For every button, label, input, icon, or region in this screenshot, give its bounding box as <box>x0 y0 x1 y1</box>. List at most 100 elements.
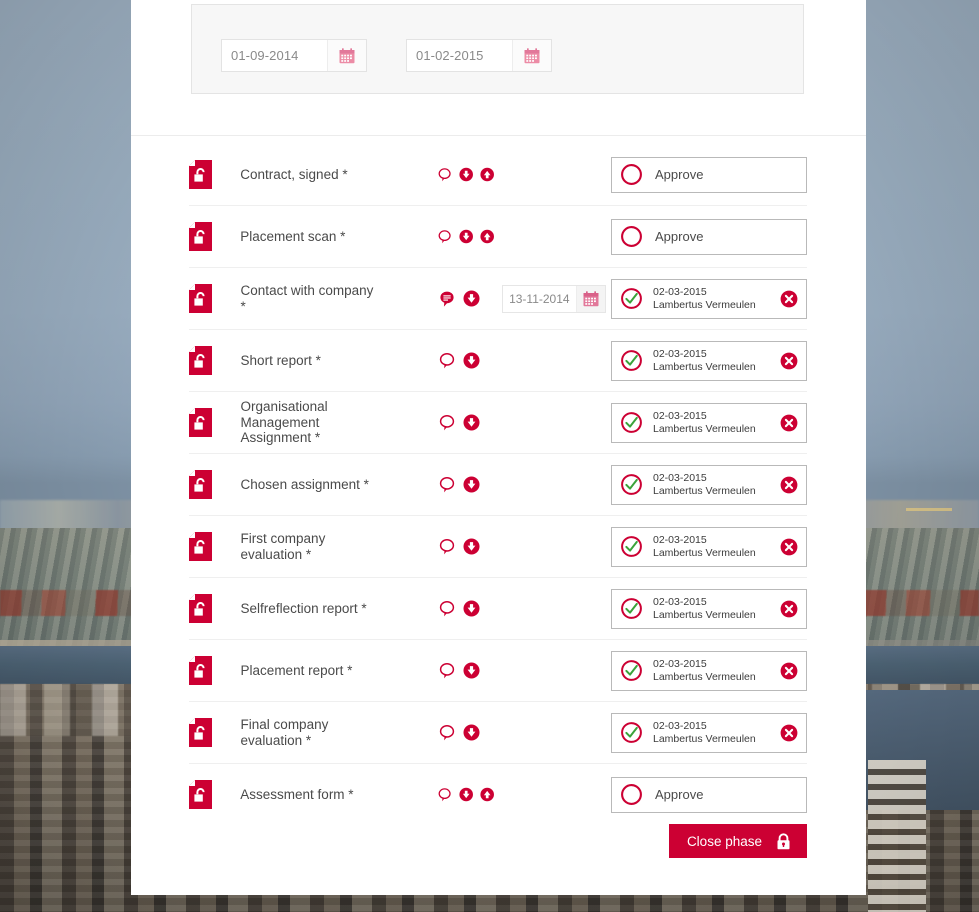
download-icon[interactable] <box>463 290 480 307</box>
document-unlocked-icon[interactable] <box>189 594 212 623</box>
task-actions <box>438 352 494 370</box>
comment-empty-icon[interactable] <box>438 414 456 432</box>
end-date-value[interactable]: 01-02-2015 <box>407 40 512 71</box>
task-document-cell[interactable] <box>189 656 241 685</box>
download-icon[interactable] <box>463 724 480 741</box>
document-unlocked-icon[interactable] <box>189 470 212 499</box>
upload-icon[interactable] <box>480 786 495 803</box>
footer-actions: Close phase <box>189 824 807 858</box>
approved-status-box[interactable]: 02-03-2015 Lambertus Vermeulen <box>611 464 807 505</box>
comment-empty-icon[interactable] <box>437 166 452 184</box>
start-date-field[interactable]: 01-09-2014 <box>221 39 367 72</box>
task-document-cell[interactable] <box>189 594 241 623</box>
task-approval-cell: Approve <box>611 776 807 813</box>
remove-approval-icon[interactable] <box>780 476 798 494</box>
task-actions <box>437 786 495 804</box>
comment-empty-icon[interactable] <box>438 662 456 680</box>
task-document-cell[interactable] <box>189 222 240 251</box>
approval-details: 02-03-2015 Lambertus Vermeulen <box>653 720 780 745</box>
task-title: Placement report * <box>240 662 353 678</box>
approved-check-circle-icon <box>621 412 642 433</box>
upload-icon[interactable] <box>480 228 495 245</box>
document-unlocked-icon[interactable] <box>189 284 212 313</box>
remove-approval-icon[interactable] <box>780 414 798 432</box>
task-document-cell[interactable] <box>189 718 241 747</box>
task-document-cell[interactable] <box>189 470 241 499</box>
task-document-cell[interactable] <box>189 160 240 189</box>
start-date-calendar-button[interactable] <box>327 40 366 71</box>
task-date-value[interactable]: 13-11-2014 <box>503 286 576 312</box>
task-document-cell[interactable] <box>189 532 241 561</box>
task-row: Chosen assignment * 02-03-2015 Lambertus … <box>189 454 807 516</box>
download-icon[interactable] <box>463 414 480 431</box>
end-date-field[interactable]: 01-02-2015 <box>406 39 552 72</box>
approved-status-box[interactable]: 02-03-2015 Lambertus Vermeulen <box>611 526 807 567</box>
task-title: Contact with company * <box>240 283 374 314</box>
task-approval-cell: 02-03-2015 Lambertus Vermeulen <box>611 278 807 319</box>
task-title: Final company evaluation * <box>240 717 329 748</box>
download-icon[interactable] <box>463 476 480 493</box>
approval-details: 02-03-2015 Lambertus Vermeulen <box>653 596 780 621</box>
approval-details: 02-03-2015 Lambertus Vermeulen <box>653 348 780 373</box>
document-unlocked-icon[interactable] <box>189 408 212 437</box>
comment-empty-icon[interactable] <box>438 600 456 618</box>
document-unlocked-icon[interactable] <box>189 718 212 747</box>
task-date-field[interactable]: 13-11-2014 <box>502 284 607 313</box>
download-icon[interactable] <box>463 662 480 679</box>
document-unlocked-icon[interactable] <box>189 656 212 685</box>
remove-approval-icon[interactable] <box>780 352 798 370</box>
upload-icon[interactable] <box>480 166 495 183</box>
approve-button[interactable]: Approve <box>611 218 807 255</box>
document-unlocked-icon[interactable] <box>189 222 212 251</box>
approved-status-box[interactable]: 02-03-2015 Lambertus Vermeulen <box>611 588 807 629</box>
approve-button[interactable]: Approve <box>611 156 807 193</box>
download-icon[interactable] <box>463 352 480 369</box>
task-row: Selfreflection report * 02-03-2015 Lamber… <box>189 578 807 640</box>
document-unlocked-icon[interactable] <box>189 532 212 561</box>
download-icon[interactable] <box>459 166 473 183</box>
task-title: Placement scan * <box>240 228 346 244</box>
approved-status-box[interactable]: 02-03-2015 Lambertus Vermeulen <box>611 340 807 381</box>
comment-empty-icon[interactable] <box>437 228 452 246</box>
start-date-value[interactable]: 01-09-2014 <box>222 40 327 71</box>
task-row: Placement scan * Approve <box>189 206 807 268</box>
download-icon[interactable] <box>463 538 480 555</box>
comment-filled-icon[interactable] <box>438 290 456 308</box>
approved-status-box[interactable]: 02-03-2015 Lambertus Vermeulen <box>611 402 807 443</box>
task-document-cell[interactable] <box>189 780 240 809</box>
task-date-calendar-button[interactable] <box>576 285 606 312</box>
approved-status-box[interactable]: 02-03-2015 Lambertus Vermeulen <box>611 278 807 319</box>
task-document-cell[interactable] <box>189 284 241 313</box>
approve-button[interactable]: Approve <box>611 776 807 813</box>
approved-status-box[interactable]: 02-03-2015 Lambertus Vermeulen <box>611 712 807 753</box>
task-actions <box>438 600 494 618</box>
download-icon[interactable] <box>459 786 473 803</box>
comment-empty-icon[interactable] <box>437 786 452 804</box>
remove-approval-icon[interactable] <box>780 290 798 308</box>
task-document-cell[interactable] <box>189 408 241 437</box>
download-icon[interactable] <box>459 228 473 245</box>
task-row: Contract, signed * Approve <box>189 144 807 206</box>
remove-approval-icon[interactable] <box>780 538 798 556</box>
remove-approval-icon[interactable] <box>780 600 798 618</box>
section-divider <box>131 135 866 136</box>
document-unlocked-icon[interactable] <box>189 160 212 189</box>
download-icon[interactable] <box>463 600 480 617</box>
remove-approval-icon[interactable] <box>780 662 798 680</box>
task-approval-cell: Approve <box>611 218 807 255</box>
approved-check-circle-icon <box>621 536 642 557</box>
comment-empty-icon[interactable] <box>438 476 456 494</box>
task-actions <box>438 662 494 680</box>
approved-status-box[interactable]: 02-03-2015 Lambertus Vermeulen <box>611 650 807 691</box>
document-unlocked-icon[interactable] <box>189 346 212 375</box>
remove-approval-icon[interactable] <box>780 724 798 742</box>
approval-approver-name: Lambertus Vermeulen <box>653 484 756 497</box>
close-phase-button[interactable]: Close phase <box>668 824 807 858</box>
task-document-cell[interactable] <box>189 346 241 375</box>
comment-empty-icon[interactable] <box>438 538 456 556</box>
document-unlocked-icon[interactable] <box>189 780 212 809</box>
comment-empty-icon[interactable] <box>438 724 456 742</box>
approved-check-circle-icon <box>621 722 642 743</box>
comment-empty-icon[interactable] <box>438 352 456 370</box>
end-date-calendar-button[interactable] <box>512 40 551 71</box>
